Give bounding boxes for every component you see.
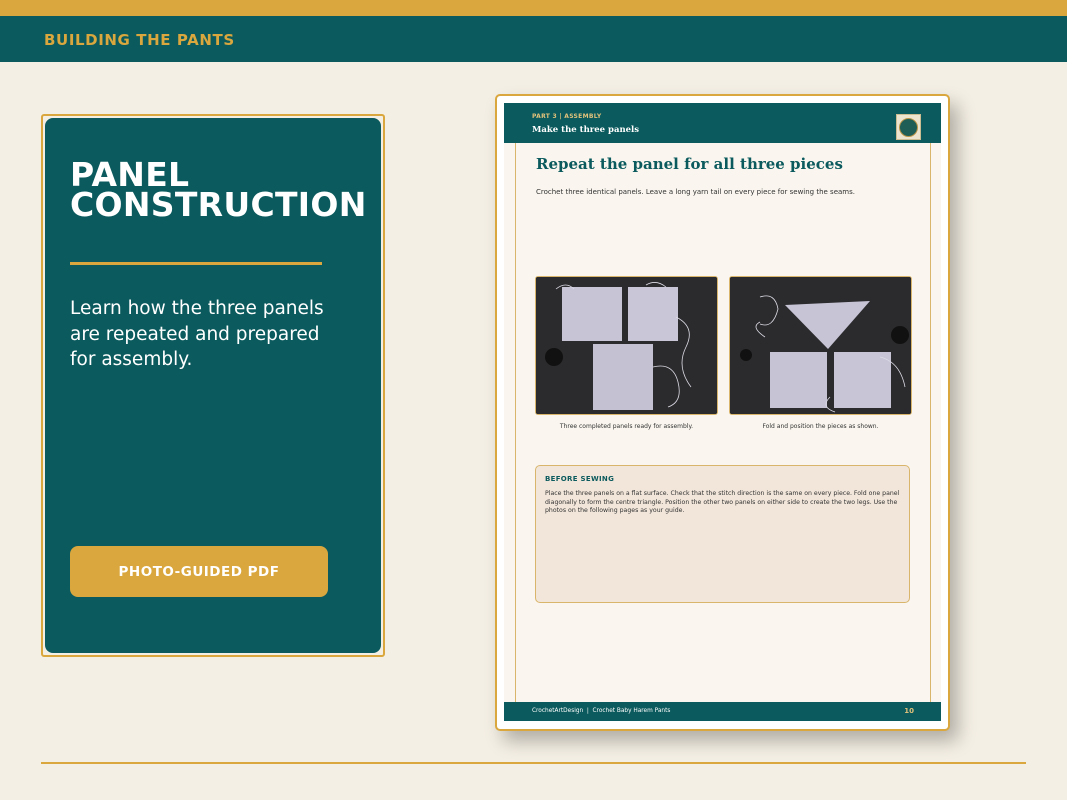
intro-card-body: PANEL CONSTRUCTION Learn how the three p… (45, 118, 381, 653)
folded-panels-photo-image (730, 277, 911, 414)
page-margin-line-right (930, 143, 931, 702)
page-number: 10 (904, 707, 914, 715)
photo-caption: Three completed panels ready for assembl… (559, 423, 694, 430)
section-description: Learn how the three panels are repeated … (70, 298, 324, 370)
document-footer: CrochetArtDesign | Crochet Baby Harem Pa… (504, 702, 941, 721)
page-title: BUILDING THE PANTS (44, 31, 235, 49)
page-margin-line-left (515, 143, 516, 702)
before-sewing-note: BEFORE SEWING Place the three panels on … (535, 465, 910, 603)
note-body: Place the three panels on a flat surface… (545, 490, 900, 514)
folded-panels-photo (729, 276, 912, 415)
panels-photo (535, 276, 718, 415)
top-accent-stripe (0, 0, 1067, 16)
document-part-label: PART 3 | ASSEMBLY (532, 113, 602, 120)
logo-emblem (899, 117, 918, 137)
bottom-divider (41, 762, 1026, 764)
document-subtitle: Make the three panels (532, 125, 640, 135)
document-intro: Crochet three identical panels. Leave a … (536, 188, 855, 196)
document-header: PART 3 | ASSEMBLY Make the three panels (504, 103, 941, 143)
photo-guided-pdf-button[interactable]: PHOTO-GUIDED PDF (70, 546, 328, 597)
panels-photo-image (536, 277, 717, 414)
title-divider (70, 262, 322, 265)
intro-card: PANEL CONSTRUCTION Learn how the three p… (41, 114, 385, 657)
section-title: PANEL CONSTRUCTION (70, 155, 367, 224)
photo-caption: Fold and position the pieces as shown. (762, 423, 879, 430)
note-title: BEFORE SEWING (545, 475, 615, 483)
crochet-logo-icon (896, 114, 921, 140)
document-page: PART 3 | ASSEMBLY Make the three panels … (504, 103, 941, 721)
document-preview: PART 3 | ASSEMBLY Make the three panels … (495, 94, 950, 731)
footer-text: CrochetArtDesign | Crochet Baby Harem Pa… (532, 708, 671, 714)
document-heading: Repeat the panel for all three pieces (536, 155, 843, 173)
